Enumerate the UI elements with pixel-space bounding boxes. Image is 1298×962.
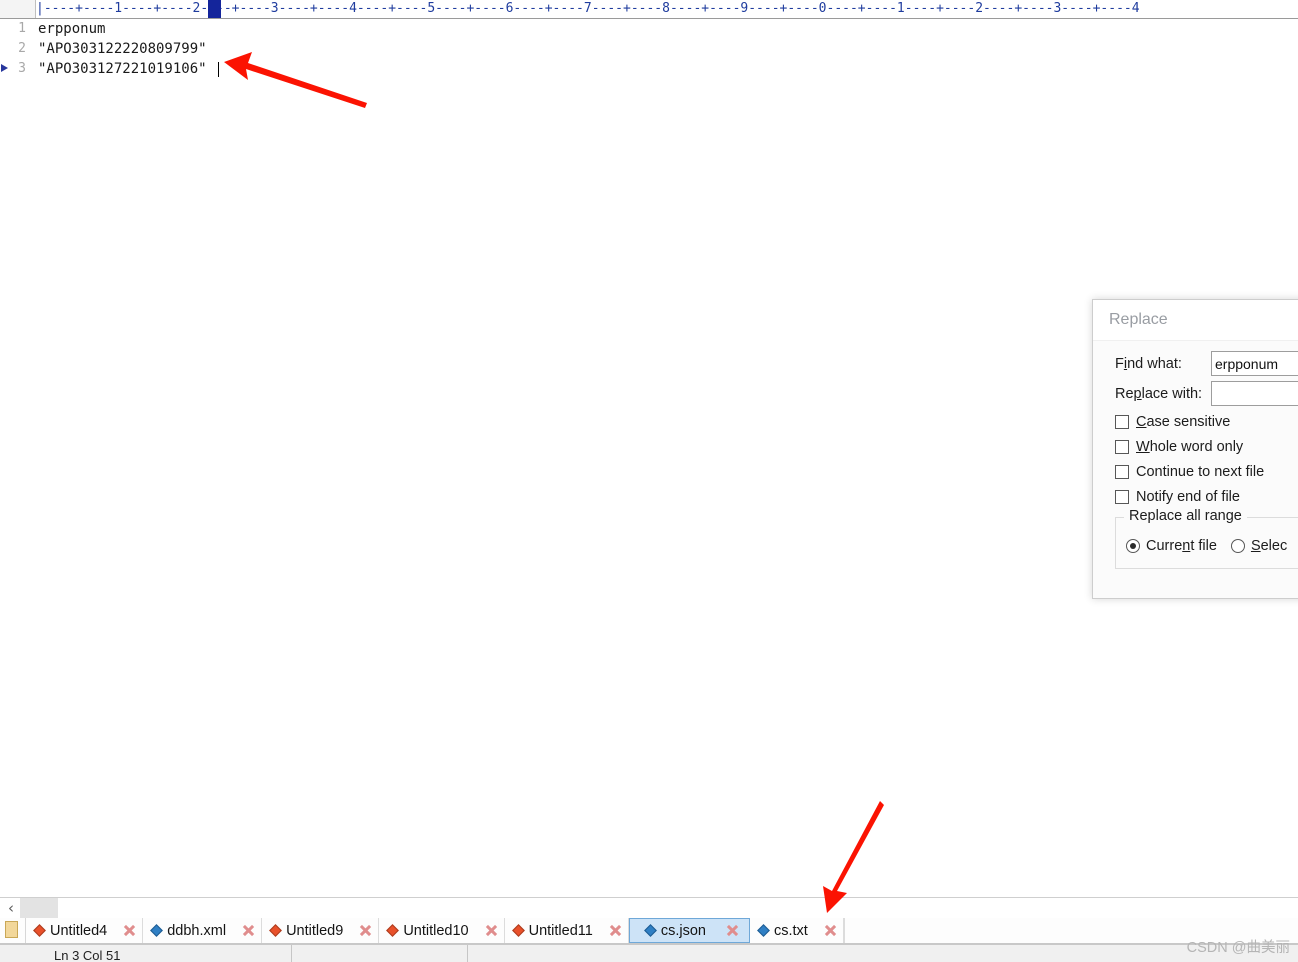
diamond-blue-icon	[643, 924, 657, 937]
ruler-gutter	[0, 0, 36, 18]
checkbox-notify-end-of-file[interactable]: Notify end of file	[1115, 484, 1298, 509]
tab-bar: ‹ Untitled4 ddbh.xml Untitled9 Untitled1…	[0, 897, 1298, 944]
find-label-pre: F	[1115, 355, 1124, 372]
tab-label: Untitled9	[286, 922, 344, 939]
text-caret	[218, 62, 219, 77]
find-what-input[interactable]	[1211, 351, 1298, 376]
label-post: elec	[1260, 538, 1288, 554]
checkbox-continue-to-next-file[interactable]: Continue to next file	[1115, 459, 1298, 484]
tab-label: cs.txt	[773, 922, 808, 939]
tab-scroll-track[interactable]	[20, 898, 58, 918]
notepad-window: ultrapowerlimingyang 2022-10-27 09:12:03…	[0, 0, 1298, 962]
checkbox-icon[interactable]	[1115, 464, 1129, 479]
label-post: hole word only	[1149, 438, 1244, 455]
close-icon[interactable]	[359, 924, 372, 937]
checkbox-case-sensitive[interactable]: Case sensitive	[1115, 409, 1298, 434]
tab-ddbh-xml[interactable]: ddbh.xml	[143, 918, 263, 943]
tab-label: Untitled10	[403, 922, 469, 939]
tab-list: Untitled4 ddbh.xml Untitled9 Untitled10	[0, 918, 1298, 944]
tab-bar-scroll-row: ‹	[0, 897, 1298, 918]
range-radio-row: Current file Selec	[1126, 538, 1298, 554]
replace-label-mnemonic: p	[1133, 385, 1142, 402]
status-cell-3	[292, 945, 468, 962]
status-cell-4	[468, 945, 1298, 962]
replace-with-row: Replace with:	[1115, 379, 1298, 408]
radio-current-file-label[interactable]: Current file	[1146, 538, 1217, 554]
replace-with-label: Replace with:	[1115, 386, 1211, 402]
find-what-row: Find what:	[1115, 349, 1298, 378]
tab-untitled9[interactable]: Untitled9	[262, 918, 380, 943]
find-label-post: nd what:	[1127, 355, 1182, 372]
status-cell-1	[0, 945, 46, 962]
label-mnemonic: W	[1136, 438, 1150, 455]
tab-cs-json[interactable]: cs.json	[628, 918, 750, 943]
editor-line[interactable]: 1 erpponum	[0, 19, 1298, 39]
checkbox-label: Case sensitive	[1136, 414, 1230, 430]
checkbox-icon[interactable]	[1115, 439, 1129, 454]
diamond-orange-icon	[386, 924, 400, 937]
find-what-label: Find what:	[1115, 356, 1211, 372]
radio-current-file-icon[interactable]	[1126, 539, 1140, 553]
chevron-left-icon[interactable]: ‹	[4, 899, 18, 917]
line-text: "APO303127221019106"	[38, 61, 207, 77]
line-text: erpponum	[38, 21, 106, 37]
ruler-caret-marker	[208, 0, 221, 18]
label-post: t file	[1190, 538, 1217, 554]
status-bar: Ln 3 Col 51	[0, 944, 1298, 962]
tab-label: cs.json	[660, 922, 706, 939]
radio-selection-icon[interactable]	[1230, 539, 1245, 553]
diamond-orange-icon	[269, 924, 282, 937]
diamond-blue-icon	[757, 924, 770, 937]
replace-with-input[interactable]	[1211, 381, 1298, 406]
csdn-watermark: CSDN @曲美丽	[1186, 940, 1290, 956]
editor-line[interactable]: 2 "APO303122220809799"	[0, 39, 1298, 59]
checkbox-whole-word-only[interactable]: Whole word only	[1115, 434, 1298, 459]
close-icon[interactable]	[485, 924, 498, 937]
close-icon[interactable]	[726, 924, 739, 937]
editor-line[interactable]: 3 "APO303127221019106"	[0, 59, 1298, 79]
close-icon[interactable]	[242, 924, 255, 937]
tab-label: ddbh.xml	[167, 922, 227, 939]
label-post: ase sensitive	[1146, 413, 1231, 430]
dialog-body: Find what: Replace with: Case sensitive …	[1093, 340, 1298, 598]
checkbox-label: Whole word only	[1136, 439, 1243, 455]
close-icon[interactable]	[824, 924, 837, 937]
replace-dialog[interactable]: Replace Find what: Replace with: Case se…	[1092, 299, 1298, 599]
label-mnemonic: S	[1250, 538, 1261, 554]
annotation-arrow-upper	[224, 52, 367, 108]
range-group-label: Replace all range	[1124, 508, 1247, 524]
line-text: "APO303122220809799"	[38, 41, 207, 57]
checkbox-label: Notify end of file	[1136, 488, 1240, 505]
tab-label: Untitled11	[528, 922, 593, 939]
tab-untitled10[interactable]: Untitled10	[379, 918, 505, 943]
replace-label-pre: Re	[1115, 385, 1134, 402]
annotation-arrow-lower	[823, 801, 884, 913]
ruler-marks: |----+----1----+----2----+----3----+----…	[36, 1, 1140, 16]
radio-selection-label[interactable]: Selec	[1251, 538, 1287, 554]
tab-untitled4[interactable]: Untitled4	[26, 918, 144, 943]
tab-untitled11[interactable]: Untitled11	[505, 918, 629, 943]
diamond-blue-icon	[150, 924, 164, 937]
line-number: 3	[18, 61, 26, 76]
replace-all-range-group: Replace all range Current file Selec	[1115, 508, 1298, 569]
diamond-orange-icon	[511, 924, 525, 937]
line-number: 2	[18, 41, 26, 56]
label-mnemonic: C	[1136, 413, 1147, 430]
tab-label: Untitled4	[50, 922, 108, 939]
label-pre: Curre	[1146, 538, 1183, 554]
replace-label-post: lace with:	[1141, 385, 1203, 402]
document-icon	[0, 918, 26, 943]
tab-cs-txt[interactable]: cs.txt	[750, 918, 844, 943]
diamond-orange-icon	[33, 924, 46, 937]
checkbox-icon[interactable]	[1115, 489, 1129, 504]
status-cell-position: Ln 3 Col 51	[46, 945, 292, 962]
close-icon[interactable]	[609, 924, 622, 937]
line-number: 1	[18, 21, 26, 36]
column-ruler[interactable]: |----+----1----+----2----+----3----+----…	[0, 0, 1298, 19]
dialog-title: Replace	[1093, 300, 1298, 340]
checkbox-label: Continue to next file	[1136, 463, 1265, 480]
close-icon[interactable]	[123, 924, 136, 937]
checkbox-icon[interactable]	[1115, 414, 1129, 429]
